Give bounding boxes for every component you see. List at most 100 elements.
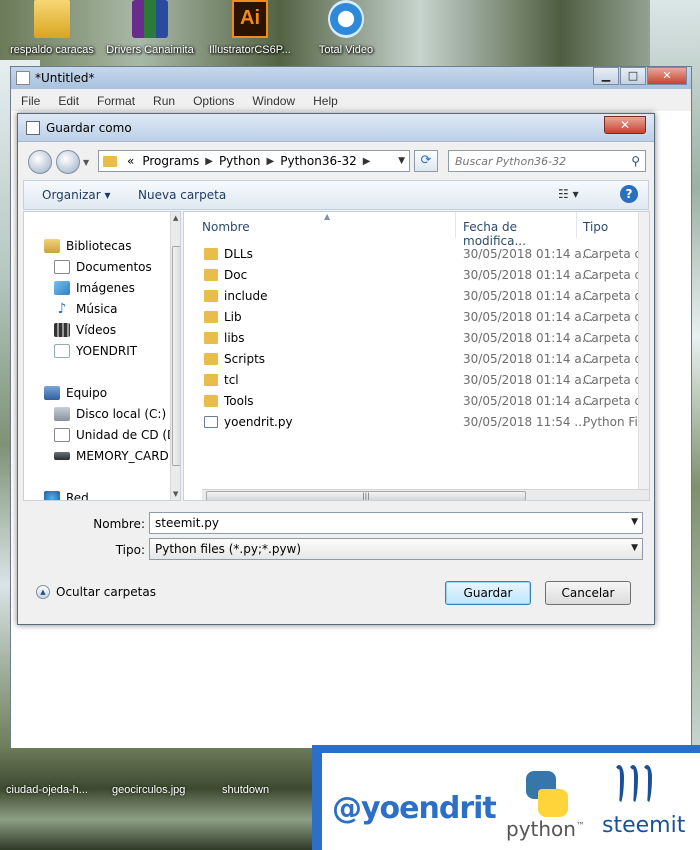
chevron-down-icon[interactable]: ▼ [631,543,638,553]
file-row-tcl[interactable]: tcl 30/05/2018 01:14 a... Carpeta de a [184,370,649,391]
folder-icon [34,0,70,38]
tree-item-videos[interactable]: Vídeos [54,320,116,340]
file-row-yoendrit-py[interactable]: yoendrit.py 30/05/2018 11:54 ... Python … [184,412,649,433]
menu-file[interactable]: File [11,91,48,111]
filetype-select[interactable]: Python files (*.py;*.pyw) ▼ [149,538,643,560]
tree-item-musica[interactable]: ♪ Música [54,299,118,319]
tree-item-equipo[interactable]: Equipo [44,383,107,403]
search-box[interactable]: ⚲ [448,150,646,172]
cd-drive-icon [54,428,70,442]
tree-item-bibliotecas[interactable]: Bibliotecas [44,236,131,256]
file-list-horizontal-scrollbar[interactable]: ||| [202,489,649,500]
folder-icon [204,332,218,344]
filename-field[interactable]: ▼ [149,512,643,534]
dialog-title: Guardar como [46,121,132,135]
file-row-include[interactable]: include 30/05/2018 01:14 a... Carpeta de… [184,286,649,307]
recent-locations-dropdown[interactable]: ▼ [83,158,89,167]
file-row-lib[interactable]: Lib 30/05/2018 01:14 a... Carpeta de a [184,307,649,328]
save-button[interactable]: Guardar [445,581,531,605]
organize-button[interactable]: Organizar ▾ [42,188,111,202]
menu-help[interactable]: Help [303,91,346,111]
tree-item-disco-local[interactable]: Disco local (C:) [54,404,166,424]
file-row-scripts[interactable]: Scripts 30/05/2018 01:14 a... Carpeta de… [184,349,649,370]
file-name: yoendrit.py [224,415,293,429]
desktop-item-geocirculos[interactable]: geocirculos.jpg [112,784,185,796]
total-video-icon [328,0,364,38]
scrollbar-thumb[interactable] [172,246,180,466]
search-icon[interactable]: ⚲ [631,154,640,168]
hide-folders-button[interactable]: ▲ Ocultar carpetas [36,585,156,599]
breadcrumb-programs[interactable]: Programs [138,154,203,168]
folder-icon [204,290,218,302]
breadcrumb-prefix[interactable]: « [123,154,138,168]
desktop-item-ciudad-ojeda[interactable]: ciudad-ojeda-h... [6,784,88,796]
column-header-name[interactable]: Nombre [196,212,456,238]
desktop-item-shutdown[interactable]: shutdown [222,784,269,796]
refresh-button[interactable]: ⟳ [414,150,438,172]
tree-item-red[interactable]: Red [44,488,89,500]
file-row-doc[interactable]: Doc 30/05/2018 01:14 a... Carpeta de a [184,265,649,286]
python-logo-icon [522,769,572,819]
tree-item-label: MEMORY_CARD [76,449,169,463]
menu-window[interactable]: Window [242,91,303,111]
minimize-button[interactable]: ▁ [593,67,619,85]
tree-item-documentos[interactable]: Documentos [54,257,152,277]
file-date: 30/05/2018 01:14 a... [463,289,594,303]
file-row-libs[interactable]: libs 30/05/2018 01:14 a... Carpeta de a [184,328,649,349]
desktop-icon-total-video[interactable]: Total Video [296,0,396,66]
view-options-icon[interactable]: ☷ ▾ [558,187,579,201]
file-row-dlls[interactable]: DLLs 30/05/2018 01:14 a... Carpeta de a [184,244,649,265]
save-as-dialog: Guardar como ✕ ▼ « Programs ▶ Python ▶ P… [17,113,655,625]
file-date: 30/05/2018 01:14 a... [463,394,594,408]
tree-item-unidad-cd[interactable]: Unidad de CD (D: [54,425,180,445]
maximize-button[interactable]: □ [620,67,646,85]
filename-input[interactable] [155,516,615,530]
menu-run[interactable]: Run [143,91,183,111]
forward-button[interactable] [56,150,80,174]
menu-options[interactable]: Options [183,91,242,111]
cancel-button[interactable]: Cancelar [545,581,631,605]
breadcrumb-python[interactable]: Python [215,154,265,168]
filetype-selected: Python files (*.py;*.pyw) [155,542,302,556]
tree-item-imagenes[interactable]: Imágenes [54,278,135,298]
scroll-up-arrow-icon[interactable]: ▲ [173,214,178,222]
computer-icon [44,386,60,400]
scroll-down-arrow-icon[interactable]: ▼ [173,490,178,498]
help-icon[interactable]: ? [620,185,638,203]
chevron-down-icon[interactable]: ▼ [398,156,405,166]
breadcrumb-chevron-icon[interactable]: ▶ [265,156,277,167]
back-button[interactable] [28,150,52,174]
file-name: Scripts [224,352,266,366]
chevron-down-icon[interactable]: ▼ [631,517,638,527]
desktop-icon-respaldo-caracas[interactable]: respaldo caracas [2,0,102,66]
python-file-icon [204,416,218,428]
file-list-vertical-scrollbar[interactable] [638,212,649,492]
breadcrumb-python36-32[interactable]: Python36-32 [276,154,360,168]
menu-edit[interactable]: Edit [48,91,87,111]
dialog-close-button[interactable]: ✕ [604,116,646,134]
dialog-title-bar[interactable]: Guardar como ✕ [18,114,654,142]
desktop-icon-illustrator[interactable]: Ai IllustratorCS6P... [200,0,300,66]
breadcrumb-chevron-icon[interactable]: ▶ [361,156,373,167]
usb-drive-icon [54,452,70,460]
column-header-date[interactable]: Fecha de modifica... [457,212,577,248]
desktop-icon-drivers-canaimita[interactable]: Drivers Canaimita [100,0,200,66]
file-name: tcl [224,373,239,387]
breadcrumb-chevron-icon[interactable]: ▶ [203,156,215,167]
address-bar[interactable]: « Programs ▶ Python ▶ Python36-32 ▶ ▼ [98,150,410,172]
close-button[interactable]: ✕ [647,67,687,85]
tree-item-yoendrit[interactable]: YOENDRIT [54,341,137,361]
file-date: 30/05/2018 11:54 ... [463,415,586,429]
file-name: DLLs [224,247,253,261]
menu-format[interactable]: Format [87,91,143,111]
new-folder-button[interactable]: Nueva carpeta [138,188,226,202]
idle-title-bar[interactable]: *Untitled* ▁ □ ✕ [11,67,691,89]
chevron-up-icon: ▲ [36,585,50,599]
scrollbar-thumb[interactable]: ||| [206,491,526,500]
tree-item-memory-card[interactable]: MEMORY_CARD [54,446,169,466]
desktop-icon-label: Total Video [318,44,374,56]
file-row-tools[interactable]: Tools 30/05/2018 01:14 a... Carpeta de a [184,391,649,412]
tree-item-label: Documentos [76,260,152,274]
navigation-scrollbar[interactable]: ▲ ▼ [170,212,180,500]
search-input[interactable] [449,151,619,171]
